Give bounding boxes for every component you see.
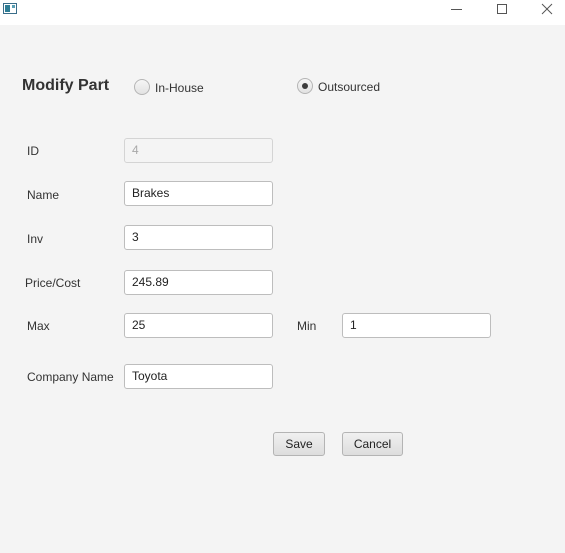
- app-icon: [3, 3, 17, 14]
- save-button[interactable]: Save: [273, 432, 325, 456]
- id-label: ID: [27, 144, 39, 158]
- name-label: Name: [27, 188, 60, 202]
- price-cost-label: Price/Cost: [25, 276, 81, 290]
- max-field[interactable]: 25: [124, 313, 273, 338]
- page-title: Modify Part: [22, 77, 110, 94]
- close-button[interactable]: [523, 0, 565, 25]
- outsourced-radio[interactable]: [297, 78, 313, 94]
- max-label: Max: [27, 319, 50, 333]
- window-titlebar: [0, 0, 565, 25]
- name-field[interactable]: Brakes: [124, 181, 273, 206]
- id-field: 4: [124, 138, 273, 163]
- minimize-icon: [451, 9, 462, 10]
- inv-label: Inv: [27, 232, 44, 246]
- close-icon: [541, 3, 553, 15]
- company-name-field[interactable]: Toyota: [124, 364, 273, 389]
- in-house-label[interactable]: In-House: [155, 81, 204, 95]
- in-house-radio[interactable]: [134, 79, 150, 95]
- company-name-label: Company Name: [27, 370, 114, 384]
- inv-field[interactable]: 3: [124, 225, 273, 250]
- min-field[interactable]: 1: [342, 313, 491, 338]
- min-label: Min: [297, 319, 317, 333]
- price-cost-field[interactable]: 245.89: [124, 270, 273, 295]
- minimize-button[interactable]: [433, 0, 478, 25]
- outsourced-label[interactable]: Outsourced: [318, 80, 380, 94]
- maximize-button[interactable]: [478, 0, 523, 25]
- maximize-icon: [497, 4, 507, 14]
- cancel-button[interactable]: Cancel: [342, 432, 403, 456]
